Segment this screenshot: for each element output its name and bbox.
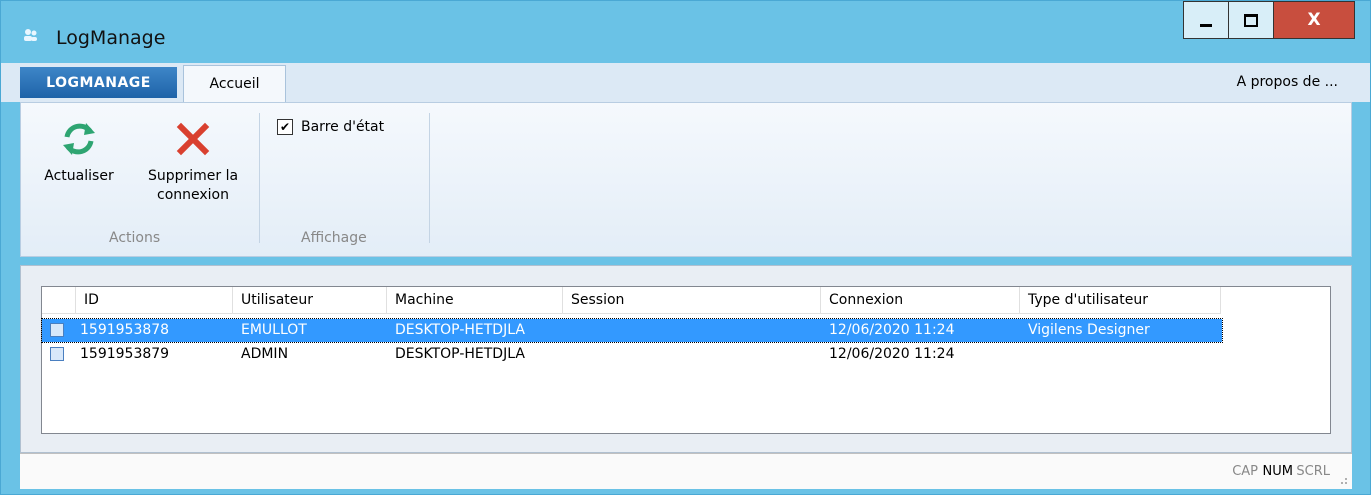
group-separator xyxy=(259,113,260,243)
maximize-button[interactable] xyxy=(1228,1,1274,39)
delete-label-line2: connexion xyxy=(157,187,229,203)
tab-accueil[interactable]: Accueil xyxy=(183,65,286,102)
cell-user: ADMIN xyxy=(241,346,289,362)
admin-icon xyxy=(50,347,64,361)
statusbar-checkbox[interactable]: ✔ Barre d'état xyxy=(277,119,384,135)
cell-connexion: 12/06/2020 11:24 xyxy=(829,322,955,338)
delete-icon xyxy=(176,122,210,156)
window-title: LogManage xyxy=(56,27,166,49)
grid-header: ID Utilisateur Machine Session Connexion… xyxy=(42,287,1330,314)
column-header-connexion[interactable]: Connexion xyxy=(821,287,1020,314)
tab-logmanage[interactable]: LOGMANAGE xyxy=(20,67,177,98)
cap-indicator: CAP xyxy=(1232,464,1258,479)
designer-icon xyxy=(50,323,64,337)
title-bar[interactable]: LogManage X xyxy=(1,1,1370,63)
column-header-user-type[interactable]: Type d'utilisateur xyxy=(1020,287,1221,314)
close-button[interactable]: X xyxy=(1273,1,1355,39)
delete-label-line1: Supprimer la xyxy=(147,168,239,184)
statusbar-checkbox-label: Barre d'état xyxy=(301,119,385,135)
maximize-icon xyxy=(1244,13,1258,27)
num-indicator: NUM xyxy=(1262,464,1293,479)
cell-connexion: 12/06/2020 11:24 xyxy=(829,346,955,362)
close-icon: X xyxy=(1307,10,1321,30)
table-row[interactable]: 1591953878 EMULLOT DESKTOP-HETDJLA 12/06… xyxy=(41,318,1223,343)
header-icon-column xyxy=(42,287,76,314)
table-row[interactable]: 1591953879 ADMIN DESKTOP-HETDJLA 12/06/2… xyxy=(42,343,1222,366)
group-separator xyxy=(429,113,430,243)
cell-machine: DESKTOP-HETDJLA xyxy=(395,322,525,338)
status-bar: CAP NUM SCRL xyxy=(20,453,1352,489)
cell-id: 1591953879 xyxy=(80,346,170,362)
ribbon-tabs: LOGMANAGE Accueil A propos de ... xyxy=(1,63,1370,102)
cell-machine: DESKTOP-HETDJLA xyxy=(395,346,525,362)
cell-id: 1591953878 xyxy=(80,322,170,338)
group-label-actions: Actions xyxy=(109,230,161,246)
connections-grid[interactable]: ID Utilisateur Machine Session Connexion… xyxy=(41,286,1331,434)
cell-user-type: Vigilens Designer xyxy=(1028,322,1150,338)
delete-connection-button[interactable]: Supprimer la connexion xyxy=(133,119,253,205)
resize-grip-icon[interactable] xyxy=(1338,475,1348,485)
column-header-machine[interactable]: Machine xyxy=(387,287,563,314)
app-window: LogManage X LOGMANAGE Accueil A propos d… xyxy=(0,0,1371,495)
refresh-label: Actualiser xyxy=(44,168,114,184)
minimize-button[interactable] xyxy=(1183,1,1229,39)
group-label-display: Affichage xyxy=(301,230,367,246)
content-area: ID Utilisateur Machine Session Connexion… xyxy=(20,265,1352,453)
scrl-indicator: SCRL xyxy=(1296,464,1330,479)
checkbox-icon: ✔ xyxy=(277,119,293,135)
column-header-user[interactable]: Utilisateur xyxy=(233,287,387,314)
about-link[interactable]: A propos de ... xyxy=(1237,74,1338,90)
cell-user: EMULLOT xyxy=(241,322,307,338)
ribbon-panel: Actualiser Supprimer la connexion Action… xyxy=(20,102,1352,257)
column-header-id[interactable]: ID xyxy=(76,287,233,314)
refresh-icon xyxy=(63,123,95,155)
column-header-session[interactable]: Session xyxy=(563,287,821,314)
users-icon xyxy=(24,29,37,41)
refresh-button[interactable]: Actualiser xyxy=(33,119,125,186)
minimize-icon xyxy=(1200,23,1212,27)
